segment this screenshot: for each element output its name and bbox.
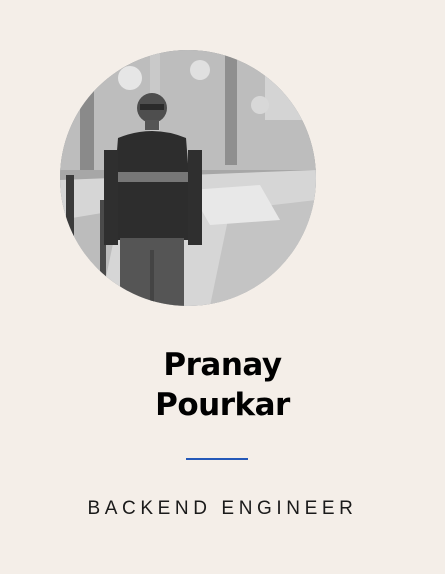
first-name: Pranay [163, 347, 282, 383]
job-title: BACKEND ENGINEER [87, 498, 358, 519]
last-name: Pourkar [155, 387, 290, 423]
profile-photo [60, 50, 316, 306]
name-divider [186, 458, 248, 460]
profile-name: Pranay Pourkar [0, 345, 445, 425]
profile-card: Pranay Pourkar BACKEND ENGINEER [0, 0, 445, 574]
avatar [60, 50, 316, 306]
